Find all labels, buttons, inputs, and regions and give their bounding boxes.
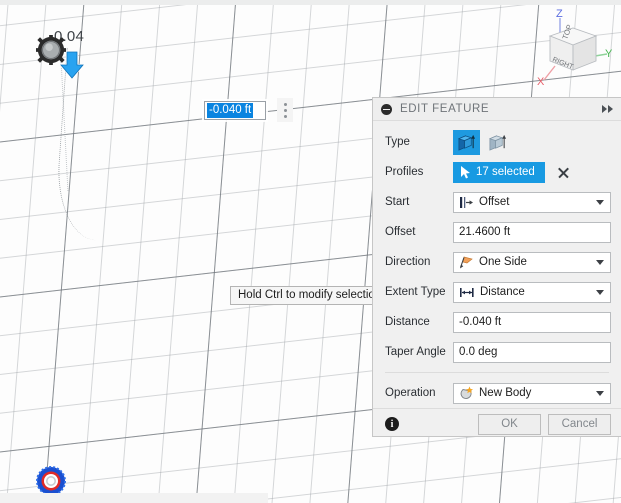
selection-cursor-icon (461, 165, 470, 178)
inline-dimension-input-group[interactable]: -0.040 ft (204, 98, 293, 122)
row-offset: Offset 21.4600 ft (373, 217, 621, 247)
operation-value: New Body (479, 387, 532, 399)
viewcube-axis-y-label: Y (605, 48, 613, 60)
dialog-section-divider (385, 372, 609, 373)
label-type: Type (385, 136, 410, 148)
direction-one-side-icon (459, 256, 474, 269)
distance-input[interactable]: -0.040 ft (453, 311, 611, 333)
chevron-down-icon[interactable] (596, 259, 604, 265)
dialog-title: EDIT FEATURE (400, 103, 490, 115)
new-body-icon (459, 386, 474, 400)
chevron-down-icon[interactable] (596, 390, 604, 396)
offset-value[interactable]: 21.4600 ft (459, 226, 606, 238)
viewcube-axis-z-label: Z (556, 8, 563, 20)
profiles-selection-button[interactable]: 17 selected (453, 161, 545, 183)
label-distance: Distance (385, 316, 430, 328)
row-operation: Operation New Body (373, 378, 621, 408)
operation-dropdown[interactable]: New Body (453, 382, 611, 404)
drag-down-arrow-icon[interactable] (58, 50, 86, 80)
direction-dropdown[interactable]: One Side (453, 251, 611, 273)
collapse-circle-icon[interactable] (381, 103, 392, 115)
row-start: Start Offset (373, 187, 621, 217)
label-direction: Direction (385, 256, 431, 268)
ellipsis-vertical-icon[interactable] (277, 98, 293, 122)
chevron-right-icon (608, 105, 613, 113)
dialog-footer-buttons: OK Cancel (478, 413, 611, 435)
selection-tooltip: Hold Ctrl to modify selection (230, 286, 390, 305)
viewport-bottom-edge-strip (0, 493, 268, 503)
viewport-top-edge-strip (0, 0, 621, 5)
extrude-surface-icon[interactable] (484, 130, 511, 155)
extent-type-dropdown[interactable]: Distance (453, 281, 611, 303)
ellipsis-dot (283, 114, 287, 118)
start-dropdown[interactable]: Offset (453, 191, 611, 213)
label-operation: Operation (385, 387, 436, 399)
row-profiles: Profiles 17 selected (373, 157, 621, 187)
dialog-body: Type Profiles 17 selected Start Offset O… (373, 121, 621, 408)
label-taper-angle: Taper Angle (385, 346, 446, 358)
label-extent-type: Extent Type (385, 286, 446, 298)
start-offset-icon (459, 196, 474, 209)
dimension-input-field[interactable]: -0.040 ft (204, 100, 266, 120)
extrude-profile-icon[interactable] (453, 129, 480, 155)
ellipsis-dot (283, 102, 287, 106)
edit-feature-dialog: EDIT FEATURE Type Profiles 17 selected S… (372, 97, 621, 437)
chevron-right-icon (602, 105, 607, 113)
taper-angle-value[interactable]: 0.0 deg (459, 346, 606, 358)
row-extent-type: Extent Type Distance (373, 277, 621, 307)
row-distance: Distance -0.040 ft (373, 307, 621, 337)
extent-type-value: Distance (480, 286, 525, 298)
chevron-down-icon[interactable] (596, 199, 604, 205)
row-taper-angle: Taper Angle 0.0 deg (373, 337, 621, 367)
label-profiles: Profiles (385, 166, 424, 178)
dimension-input-value[interactable]: -0.040 ft (207, 102, 254, 118)
direction-value: One Side (479, 256, 527, 268)
cancel-button[interactable]: Cancel (548, 413, 611, 435)
info-glyph: i (390, 418, 394, 430)
offset-input[interactable]: 21.4600 ft (453, 221, 611, 243)
sketch-origin-point-icon[interactable] (36, 466, 66, 496)
ok-button[interactable]: OK (478, 413, 541, 435)
chevron-down-icon[interactable] (596, 289, 604, 295)
label-offset: Offset (385, 226, 416, 238)
viewcube-axis-x-label: X (537, 76, 545, 88)
profiles-selection-count: 17 selected (476, 166, 535, 178)
row-type: Type (373, 127, 621, 157)
dialog-footer: i OK Cancel (373, 408, 621, 439)
cad-application-window: 0.04 Z Y X TOP RIGHT -0.040 ft Hold Ctrl… (0, 0, 621, 503)
double-chevron-right-icon[interactable] (602, 105, 613, 113)
distance-value[interactable]: -0.040 ft (459, 316, 606, 328)
taper-angle-input[interactable]: 0.0 deg (453, 341, 611, 363)
ellipsis-dot (283, 108, 287, 112)
info-icon[interactable]: i (385, 417, 399, 431)
dialog-header[interactable]: EDIT FEATURE (373, 98, 621, 121)
start-value: Offset (479, 196, 510, 208)
extent-distance-icon (459, 286, 475, 299)
label-start: Start (385, 196, 410, 208)
row-direction: Direction One Side (373, 247, 621, 277)
view-cube[interactable]: Z Y X TOP RIGHT (527, 4, 613, 88)
extrude-manipulator-handle[interactable]: 0.04 (36, 28, 106, 80)
clear-selection-x-icon[interactable] (557, 166, 570, 179)
